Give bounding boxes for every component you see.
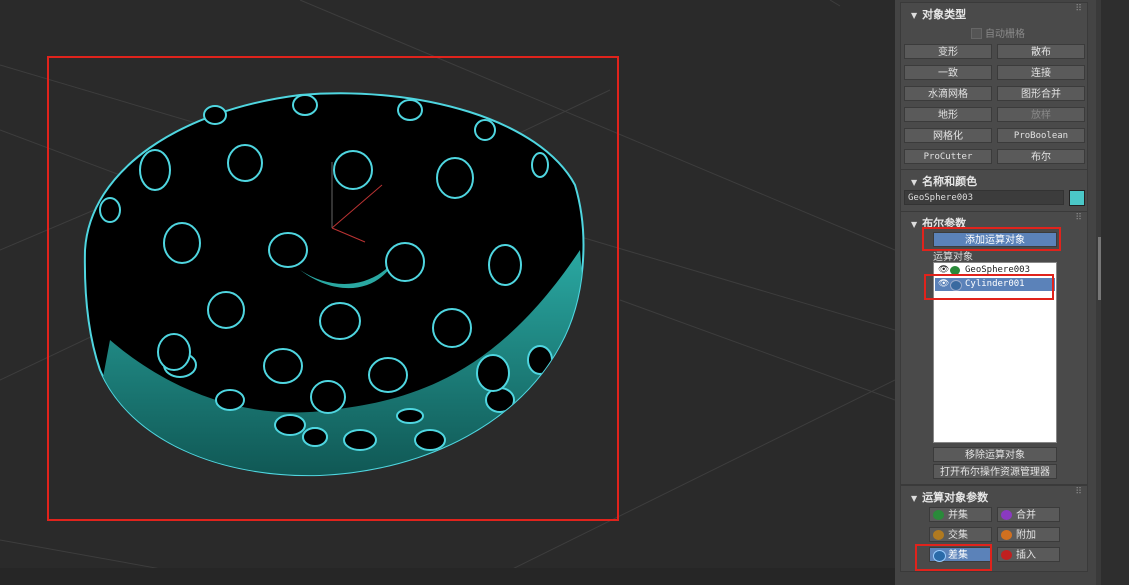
viewport[interactable]: [0, 0, 895, 585]
collapse-arrow-icon: ▼: [911, 11, 918, 20]
drag-handle-icon[interactable]: ⠿: [1075, 4, 1082, 14]
insert-button[interactable]: 插入: [997, 547, 1060, 562]
object-color-swatch[interactable]: [1069, 190, 1085, 206]
morph-button[interactable]: 变形: [904, 44, 992, 59]
attach-icon: [1001, 530, 1012, 540]
insert-icon: [1001, 550, 1012, 560]
shapemerge-button[interactable]: 图形合并: [997, 86, 1085, 101]
rollout-title[interactable]: ▼ 对象类型: [911, 6, 966, 22]
scatter-button[interactable]: 散布: [997, 44, 1085, 59]
drag-handle-icon[interactable]: ⠿: [1075, 213, 1082, 223]
annotation-box: [924, 274, 1054, 300]
collapse-arrow-icon: ▼: [911, 178, 918, 187]
auto-grid-checkbox[interactable]: [971, 28, 982, 39]
union-icon: [933, 510, 944, 520]
terrain-button[interactable]: 地形: [904, 107, 992, 122]
annotation-box: [915, 544, 992, 571]
collapse-arrow-icon: ▼: [911, 494, 918, 503]
rollout-name-color: ▼ 名称和颜色 GeoSphere003: [900, 169, 1088, 213]
proboolean-button[interactable]: ProBoolean: [997, 128, 1085, 143]
rollout-title[interactable]: ▼ 运算对象参数: [911, 489, 988, 505]
mesher-button[interactable]: 网格化: [904, 128, 992, 143]
rollout-boolean-params: ▼ 布尔参数 ⠿ 添加运算对象 运算对象 👁 GeoSphere003 👁 Cyl…: [900, 211, 1088, 485]
merge-button[interactable]: 合并: [997, 507, 1060, 522]
blobmesh-button[interactable]: 水滴网格: [904, 86, 992, 101]
drag-handle-icon[interactable]: ⠿: [1075, 487, 1082, 497]
attach-button[interactable]: 附加: [997, 527, 1060, 542]
merge-icon: [1001, 510, 1012, 520]
intersect-button[interactable]: 交集: [929, 527, 992, 542]
rollout-title[interactable]: ▼ 名称和颜色: [911, 173, 977, 189]
collapse-arrow-icon: ▼: [911, 220, 918, 229]
boolean-button[interactable]: 布尔: [997, 149, 1085, 164]
intersect-icon: [933, 530, 944, 540]
loft-button[interactable]: 放样: [997, 107, 1085, 122]
conform-button[interactable]: 一致: [904, 65, 992, 80]
viewport-scene: [0, 0, 895, 585]
connect-button[interactable]: 连接: [997, 65, 1085, 80]
rollout-object-type: ▼ 对象类型 ⠿ 自动栅格 变形 散布 一致 连接 水滴网格 图形合并 地形 放样…: [900, 2, 1088, 172]
union-button[interactable]: 并集: [929, 507, 992, 522]
open-boolean-explorer-button[interactable]: 打开布尔操作资源管理器: [933, 464, 1057, 479]
object-name-field[interactable]: GeoSphere003: [904, 190, 1064, 205]
annotation-box: [922, 227, 1061, 251]
right-edge: [1101, 0, 1129, 585]
procutter-button[interactable]: ProCutter: [904, 149, 992, 164]
remove-operand-button[interactable]: 移除运算对象: [933, 447, 1057, 462]
auto-grid-label: 自动栅格: [985, 29, 1025, 40]
